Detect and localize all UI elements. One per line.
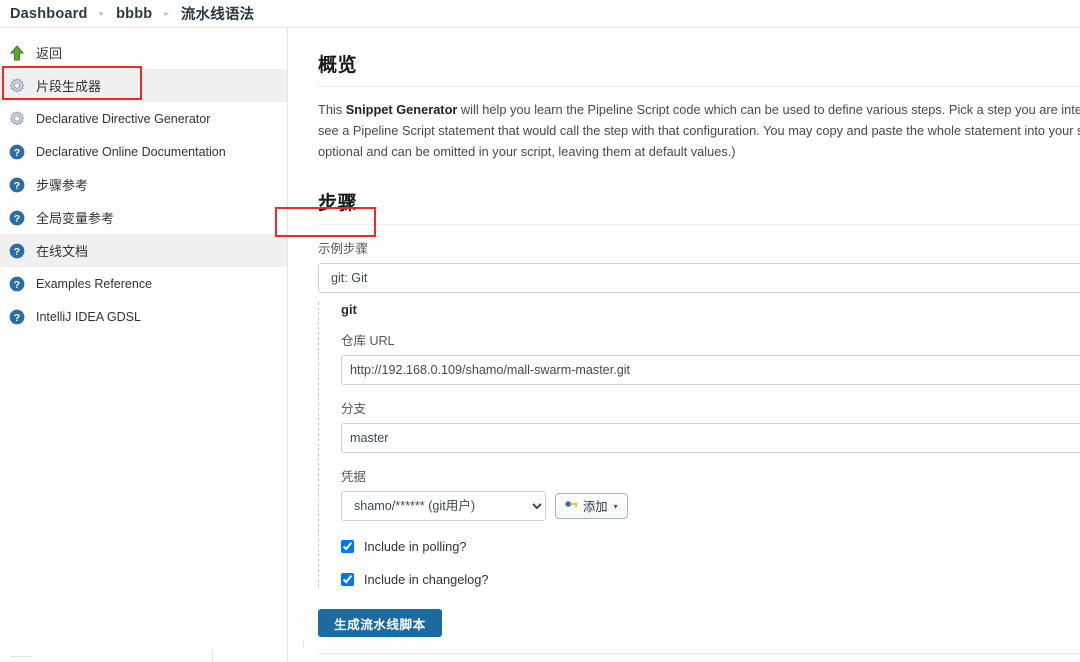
help-icon: ?: [8, 242, 26, 260]
breadcrumb-separator-icon: ▸: [99, 8, 105, 18]
sidebar-item-steps-reference[interactable]: ? 步骤参考: [0, 168, 287, 201]
sidebar-item-label: Examples Reference: [36, 276, 153, 291]
include-in-polling-checkbox[interactable]: [341, 540, 354, 553]
overview-line2: see a Pipeline Script statement that wou…: [318, 123, 1080, 138]
sidebar-item-label: Declarative Online Documentation: [36, 144, 226, 159]
sidebar-item-back[interactable]: 返回: [0, 36, 287, 69]
gear-icon: [8, 77, 26, 95]
include-in-polling-label[interactable]: Include in polling?: [364, 539, 466, 554]
sidebar-item-label: IntelliJ IDEA GDSL: [36, 309, 141, 324]
snippet-generator-emphasis: Snippet Generator: [345, 102, 458, 117]
bottom-artifact-line: [10, 656, 32, 657]
breadcrumb-item-pipeline-syntax[interactable]: 流水线语法: [181, 3, 255, 24]
breadcrumb-item-bbbb[interactable]: bbbb: [116, 6, 152, 22]
svg-text:?: ?: [14, 312, 20, 324]
help-icon: ?: [8, 275, 26, 293]
sidebar-item-label: 返回: [36, 46, 63, 61]
repository-url-label: 仓库 URL: [341, 334, 395, 348]
sidebar-item-declarative-online-documentation[interactable]: ? Declarative Online Documentation: [0, 135, 287, 168]
bottom-artifact-tick: [303, 640, 304, 648]
breadcrumb: Dashboard ▸ bbbb ▸ 流水线语法: [0, 0, 1080, 28]
step-config-panel: git 仓库 URL 分支 凭据 shamo/****** (git用户) 添加: [318, 302, 1080, 587]
help-icon: ?: [8, 143, 26, 161]
svg-text:?: ?: [14, 213, 20, 225]
svg-text:?: ?: [14, 147, 20, 159]
main-content: 概览 This Snippet Generator will help you …: [288, 28, 1080, 662]
overview-line1-pre: This: [318, 102, 346, 117]
steps-divider: [318, 224, 1080, 225]
sidebar-item-declarative-directive-generator[interactable]: Declarative Directive Generator: [0, 102, 287, 135]
chevron-down-icon: ▾: [613, 501, 618, 511]
gear-icon: [8, 110, 26, 128]
add-credentials-label: 添加: [583, 500, 608, 514]
sample-step-select[interactable]: git: Git: [318, 263, 1080, 293]
svg-text:?: ?: [14, 279, 20, 291]
sidebar-item-label: 全局变量参考: [36, 211, 115, 226]
add-credentials-button[interactable]: 添加 ▾: [555, 493, 628, 519]
include-in-polling-row: Include in polling?: [341, 539, 1080, 554]
up-arrow-icon: [8, 44, 26, 62]
sidebar-item-global-variables-reference[interactable]: ? 全局变量参考: [0, 201, 287, 234]
svg-text:?: ?: [14, 180, 20, 192]
sidebar-item-online-documentation[interactable]: ? 在线文档: [0, 234, 287, 267]
bottom-artifact-tick: [287, 640, 288, 648]
overview-line3: optional and can be omitted in your scri…: [318, 144, 736, 159]
sidebar-item-label: 片段生成器: [36, 79, 102, 94]
sidebar-item-snippet-generator[interactable]: 片段生成器: [0, 69, 287, 102]
credentials-label: 凭据: [341, 470, 367, 484]
include-in-changelog-row: Include in changelog?: [341, 572, 1080, 587]
help-icon: ?: [8, 209, 26, 227]
breadcrumb-item-dashboard[interactable]: Dashboard: [10, 6, 88, 22]
heading-divider: [318, 86, 1080, 87]
jenkins-pipeline-syntax-page: Dashboard ▸ bbbb ▸ 流水线语法 返回 片段生成器 Declar…: [0, 0, 1080, 662]
bottom-artifact-tick: [212, 650, 213, 662]
credentials-select[interactable]: shamo/****** (git用户): [341, 491, 546, 521]
repository-url-input[interactable]: [341, 355, 1080, 385]
help-icon: ?: [8, 308, 26, 326]
branch-label: 分支: [341, 402, 367, 416]
generate-pipeline-script-button[interactable]: 生成流水线脚本: [318, 609, 442, 637]
sidebar: 返回 片段生成器 Declarative Directive Generator…: [0, 28, 288, 662]
credentials-row: shamo/****** (git用户) 添加 ▾: [341, 491, 1080, 521]
credentials-key-icon: [565, 499, 579, 513]
overview-line1-post: will help you learn the Pipeline Script …: [460, 102, 1080, 117]
breadcrumb-separator-icon: ▸: [164, 8, 169, 18]
svg-text:?: ?: [14, 246, 20, 258]
include-in-changelog-checkbox[interactable]: [341, 573, 354, 586]
overview-paragraph: This Snippet Generator will help you lea…: [318, 99, 1080, 162]
sidebar-item-label: 在线文档: [36, 244, 89, 259]
help-icon: ?: [8, 176, 26, 194]
sidebar-item-intellij-idea-gdsl[interactable]: ? IntelliJ IDEA GDSL: [0, 300, 287, 333]
include-in-changelog-label[interactable]: Include in changelog?: [364, 572, 489, 587]
step-name-label: git: [341, 302, 357, 317]
sidebar-item-examples-reference[interactable]: ? Examples Reference: [0, 267, 287, 300]
sample-step-label: 示例步骤: [318, 242, 369, 256]
generate-divider: [318, 653, 1080, 654]
steps-heading: 步骤: [318, 193, 358, 214]
sidebar-item-label: Declarative Directive Generator: [36, 111, 211, 126]
branch-input[interactable]: [341, 423, 1080, 453]
overview-heading: 概览: [318, 55, 358, 76]
sidebar-item-label: 步骤参考: [36, 178, 89, 193]
